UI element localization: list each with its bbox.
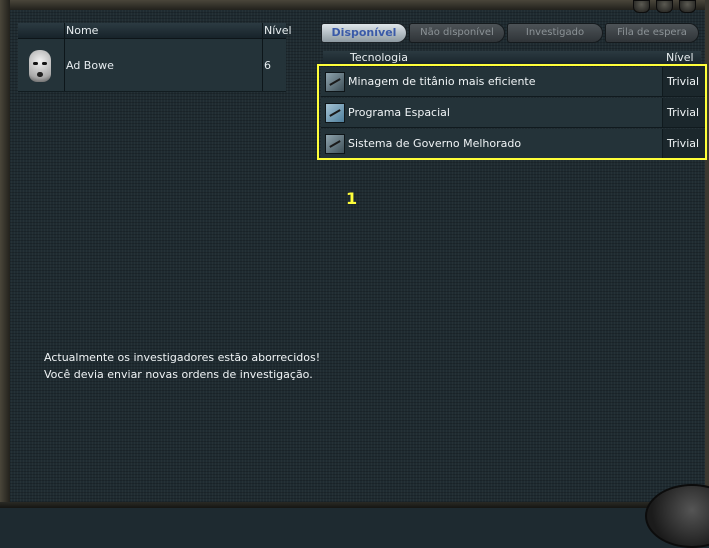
window-frame-top <box>0 0 709 10</box>
researcher-level: 6 <box>264 59 271 72</box>
window-frame-left <box>0 0 10 508</box>
research-tabs: Disponível Não disponível Investigado Fi… <box>319 21 701 45</box>
researchers-header: Nome Nível <box>18 23 292 39</box>
column-name-header: Nome <box>66 24 99 37</box>
researcher-row[interactable]: Ad Bowe 6 <box>18 39 286 92</box>
column-tech-level-header: Nível <box>666 51 694 64</box>
help-button[interactable] <box>633 0 650 13</box>
tab-queue[interactable]: Fila de espera <box>605 23 699 43</box>
minimize-button[interactable] <box>656 0 673 13</box>
status-message-line2: Você devia enviar novas ordens de invest… <box>44 368 313 381</box>
tech-table-header: Tecnologia Nível <box>323 51 701 64</box>
column-divider <box>262 23 263 91</box>
close-button[interactable] <box>679 0 696 13</box>
highlight-box <box>317 64 707 160</box>
status-message-line1: Actualmente os investigadores estão abor… <box>44 351 321 364</box>
mask-portrait-icon <box>29 50 51 82</box>
tab-unavailable[interactable]: Não disponível <box>409 23 505 43</box>
tab-researched[interactable]: Investigado <box>507 23 603 43</box>
tab-available[interactable]: Disponível <box>321 23 407 43</box>
column-tech-header: Tecnologia <box>350 51 408 64</box>
column-divider <box>64 23 65 91</box>
researcher-name: Ad Bowe <box>66 59 114 72</box>
annotation-marker: 1 <box>346 189 358 208</box>
window-frame-bottom <box>0 502 709 508</box>
column-level-header: Nível <box>264 24 292 37</box>
